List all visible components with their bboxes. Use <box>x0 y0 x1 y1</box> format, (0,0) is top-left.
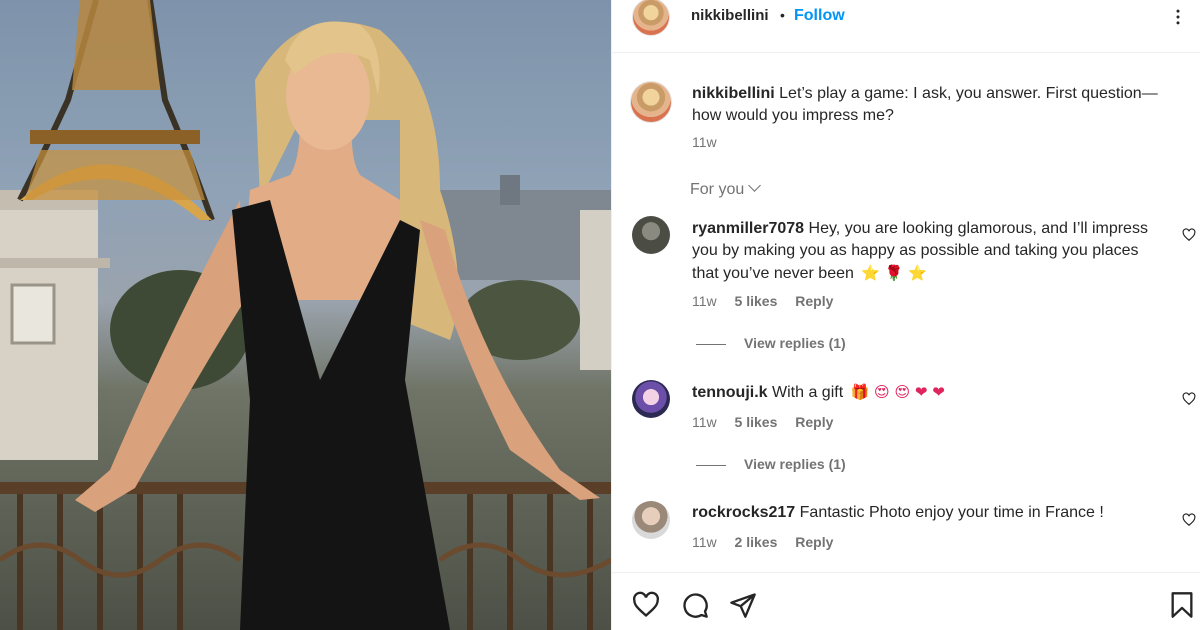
more-options-icon[interactable] <box>1168 7 1188 27</box>
caption-username[interactable]: nikkibellini <box>692 85 775 102</box>
view-replies-label: View replies (1) <box>744 335 846 351</box>
comment-likes[interactable]: 5 likes <box>735 293 778 309</box>
comment-filter-dropdown[interactable]: For you <box>690 179 762 199</box>
commenter-avatar[interactable] <box>632 380 670 418</box>
caption-author-avatar[interactable] <box>630 81 672 123</box>
heart-icon[interactable] <box>632 591 660 619</box>
chevron-down-icon <box>748 179 762 192</box>
comment-like-icon[interactable] <box>1182 228 1196 242</box>
comment-like-icon[interactable] <box>1182 392 1196 406</box>
post-action-bar <box>612 572 1200 630</box>
replies-divider-line <box>696 464 726 466</box>
comment-username[interactable]: ryanmiller7078 <box>692 220 804 237</box>
view-replies-button[interactable]: View replies (1) <box>696 456 846 472</box>
comment-like-icon[interactable] <box>1182 513 1196 527</box>
view-replies-label: View replies (1) <box>744 456 846 472</box>
comment-timestamp[interactable]: 11w <box>692 414 717 430</box>
reply-button[interactable]: Reply <box>795 414 833 430</box>
send-icon[interactable] <box>729 591 757 619</box>
comment-likes[interactable]: 2 likes <box>735 534 778 550</box>
reply-button[interactable]: Reply <box>795 534 833 550</box>
reply-button[interactable]: Reply <box>795 293 833 309</box>
author-username[interactable]: nikkibellini <box>691 7 769 24</box>
comment-timestamp[interactable]: 11w <box>692 293 717 309</box>
bookmark-icon[interactable] <box>1168 591 1196 619</box>
replies-divider-line <box>696 343 726 345</box>
comment-body: rockrocks217 Fantastic Photo enjoy your … <box>692 502 1152 524</box>
comment-likes[interactable]: 5 likes <box>735 414 778 430</box>
commenter-avatar[interactable] <box>632 216 670 254</box>
comment-icon[interactable] <box>681 591 709 619</box>
author-avatar[interactable] <box>632 0 670 36</box>
caption-timestamp[interactable]: 11w <box>692 134 717 150</box>
comment-body: tennouji.k With a gift 🎁 😍 😍 ❤ ❤ <box>692 381 1152 404</box>
post-panel: nikkibellini • Follow nikkibellini Let’s… <box>611 0 1200 630</box>
comment-username[interactable]: rockrocks217 <box>692 504 795 521</box>
separator-dot: • <box>780 7 785 23</box>
comment-meta: 11w 2 likes Reply <box>692 534 847 550</box>
caption-text-block: nikkibellini Let’s play a game: I ask, y… <box>692 83 1172 127</box>
comment-meta: 11w 5 likes Reply <box>692 293 847 309</box>
comment-emoji: 🎁 😍 😍 ❤ ❤ <box>850 383 945 401</box>
comment-timestamp[interactable]: 11w <box>692 534 717 550</box>
post-photo-illustration <box>0 0 611 630</box>
comment-emoji: ⭐ 🌹 ⭐ <box>861 264 927 282</box>
comment-text: With a gift <box>772 384 844 401</box>
post-header: nikkibellini • Follow <box>612 0 1200 53</box>
comment-username[interactable]: tennouji.k <box>692 384 768 401</box>
follow-button[interactable]: Follow <box>794 7 845 25</box>
view-replies-button[interactable]: View replies (1) <box>696 335 846 351</box>
comment-filter-label: For you <box>690 181 745 198</box>
commenter-avatar[interactable] <box>632 501 670 539</box>
comment-text: Fantastic Photo enjoy your time in Franc… <box>799 504 1104 521</box>
comment-body: ryanmiller7078 Hey, you are looking glam… <box>692 218 1152 285</box>
post-image[interactable] <box>0 0 611 630</box>
comment-meta: 11w 5 likes Reply <box>692 414 847 430</box>
